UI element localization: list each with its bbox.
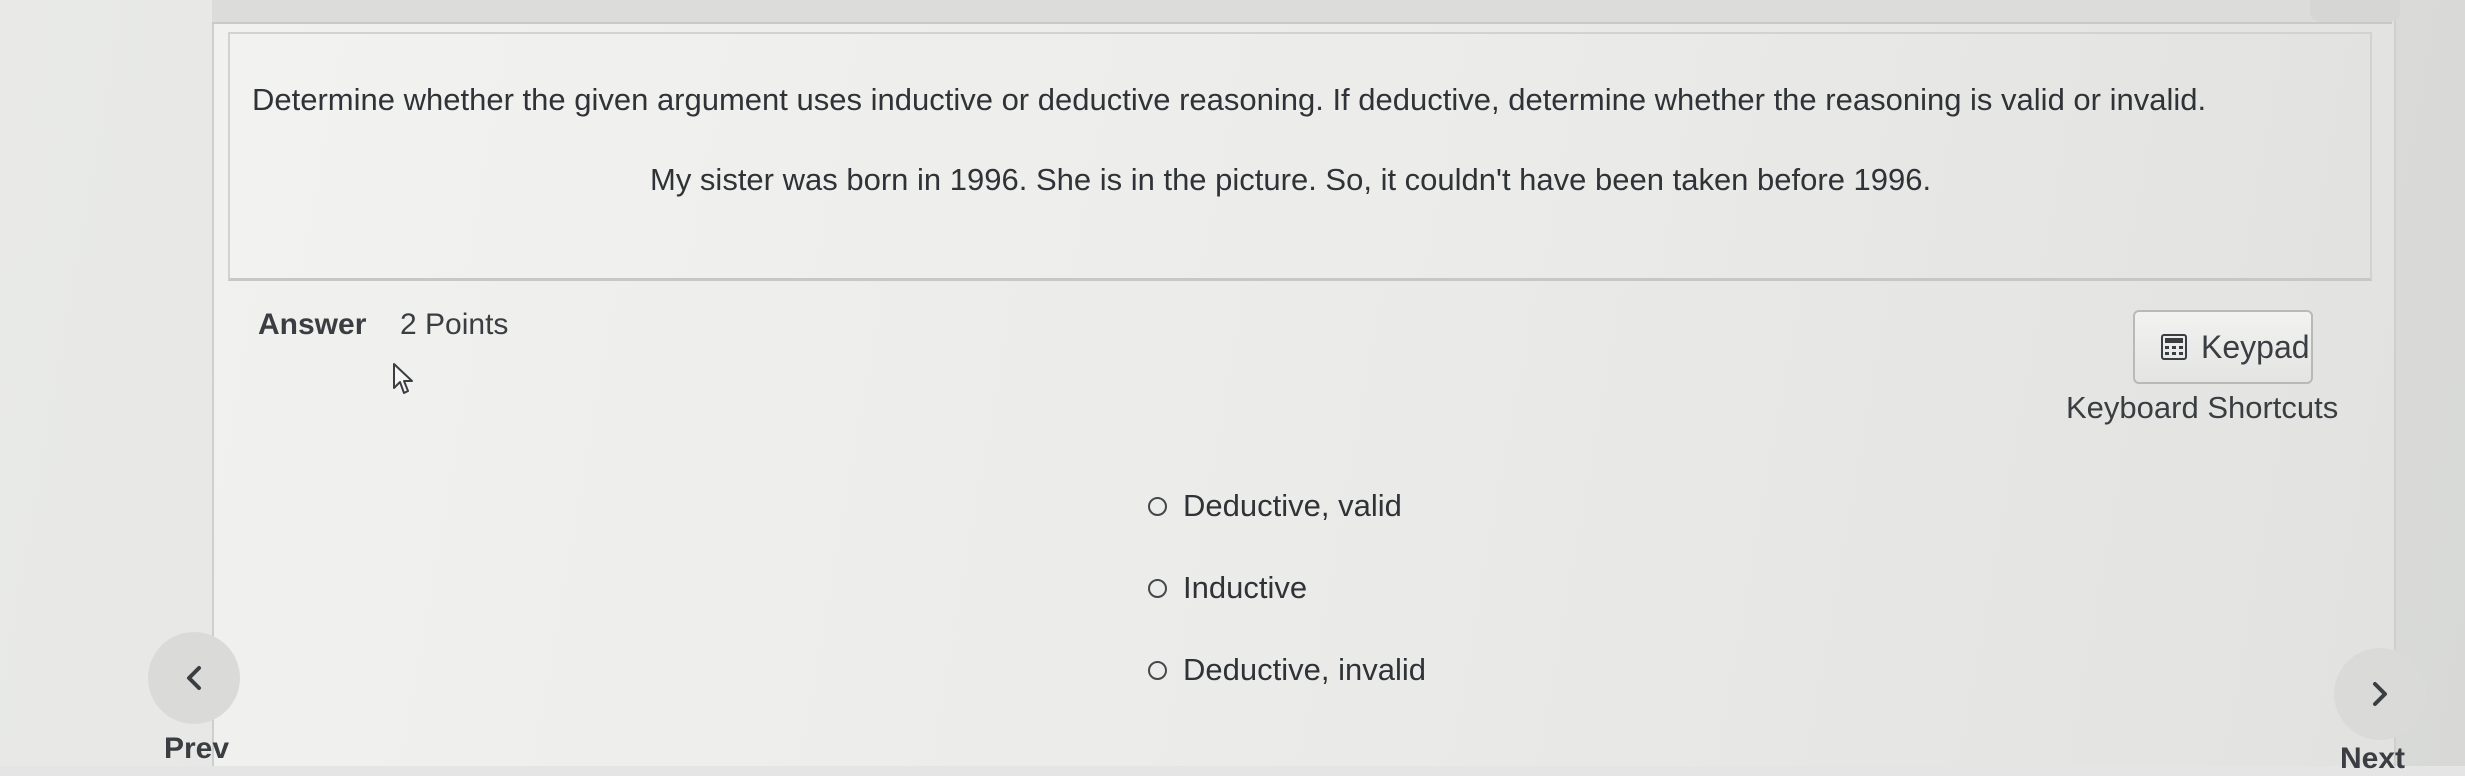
next-button[interactable] [2334, 648, 2426, 740]
option-label: Inductive [1183, 570, 1308, 605]
points-label: 2 Points [400, 308, 509, 341]
chevron-left-icon [187, 666, 201, 690]
question-box [228, 32, 2372, 281]
option-deductive-valid[interactable]: Deductive, valid [1148, 488, 1402, 524]
option-inductive[interactable]: Inductive [1148, 570, 1307, 606]
question-argument: My sister was born in 1996. She is in th… [650, 162, 1932, 197]
corner-tab[interactable] [2310, 0, 2400, 22]
answer-label: Answer [258, 308, 367, 341]
radio-button[interactable] [1148, 578, 1167, 598]
question-prompt: Determine whether the given argument use… [252, 82, 2207, 117]
next-label[interactable]: Next [2340, 742, 2405, 776]
keypad-button[interactable]: Keypad [2133, 310, 2313, 384]
radio-button[interactable] [1148, 496, 1167, 516]
chevron-right-icon [2373, 682, 2387, 706]
keypad-label: Keypad [2201, 328, 2310, 365]
prev-label[interactable]: Prev [164, 732, 229, 766]
calculator-icon [2161, 334, 2187, 360]
option-label: Deductive, invalid [1183, 652, 1426, 687]
option-deductive-invalid[interactable]: Deductive, invalid [1148, 652, 1426, 688]
option-label: Deductive, valid [1183, 488, 1402, 523]
mouse-cursor-icon [393, 363, 413, 394]
prev-button[interactable] [148, 632, 240, 724]
top-strip [212, 0, 2392, 24]
radio-button[interactable] [1148, 660, 1167, 680]
keyboard-shortcuts-link[interactable]: Keyboard Shortcuts [2066, 390, 2338, 426]
